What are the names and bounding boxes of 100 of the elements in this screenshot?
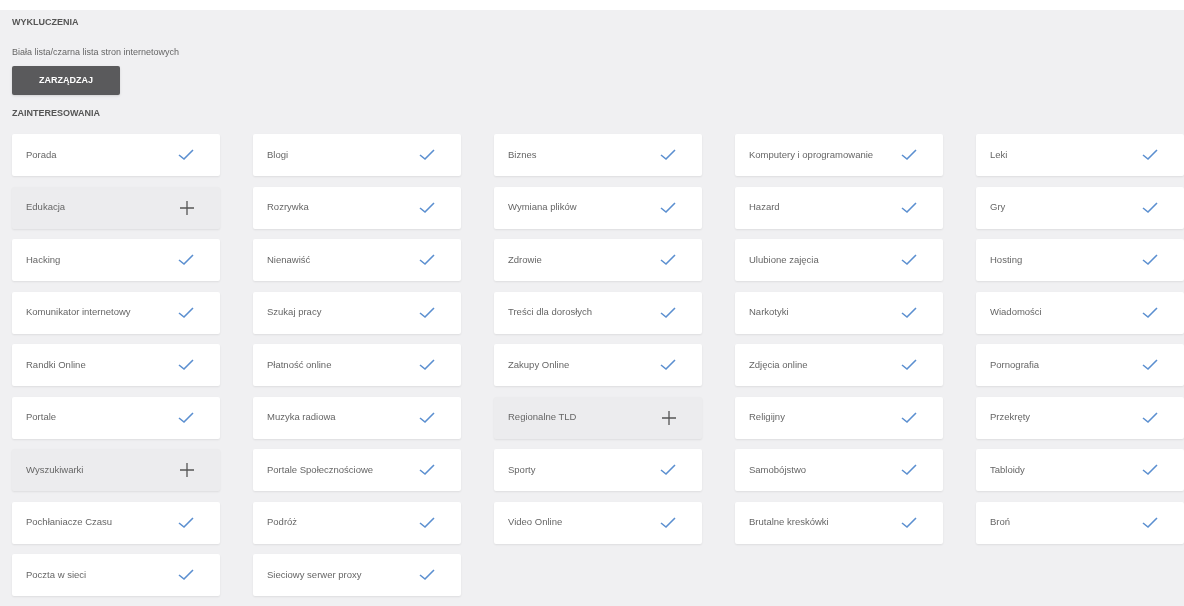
plus-icon	[180, 200, 194, 215]
interest-tile[interactable]: Płatność online	[253, 344, 461, 386]
interest-tile[interactable]: Komputery i oprogramowanie	[735, 134, 943, 176]
check-icon	[660, 516, 676, 529]
interest-tile[interactable]: Zdrowie	[494, 239, 702, 281]
interest-tile[interactable]: Hacking	[12, 239, 220, 281]
interest-label: Porada	[26, 147, 57, 162]
interest-label: Gry	[990, 200, 1006, 215]
interest-label: Pornografia	[990, 357, 1040, 372]
check-icon	[901, 359, 917, 371]
interest-label: Zakupy Online	[508, 357, 570, 372]
manage-button[interactable]: ZARZĄDZAJ	[12, 66, 120, 95]
interest-tile[interactable]: Edukacja	[12, 186, 220, 229]
plus-icon	[662, 410, 676, 425]
interest-label: Narkotyki	[749, 305, 789, 320]
check-icon	[901, 254, 917, 266]
check-icon	[178, 359, 194, 371]
interest-tile[interactable]: Blogi	[253, 134, 461, 176]
interest-tile[interactable]: Portale	[12, 396, 220, 439]
check-icon	[901, 411, 917, 424]
check-icon	[178, 569, 194, 581]
interest-label: Religijny	[749, 410, 785, 425]
check-icon	[901, 306, 917, 319]
interest-label: Samobójstwo	[749, 462, 807, 477]
interest-tile[interactable]: Religijny	[735, 396, 943, 439]
interest-label: Leki	[990, 147, 1008, 162]
interest-tile[interactable]: Regionalne TLD	[494, 396, 702, 439]
check-icon	[178, 254, 194, 266]
interest-label: Hosting	[990, 252, 1023, 267]
check-icon	[660, 464, 676, 476]
interest-label: Rozrywka	[267, 200, 309, 215]
check-icon	[419, 464, 435, 476]
interest-tile[interactable]: Sporty	[494, 449, 702, 491]
interest-label: Portale	[26, 410, 57, 425]
interest-tile[interactable]: Wyszukiwarki	[12, 449, 220, 491]
interest-tile[interactable]: Zdjęcia online	[735, 344, 943, 386]
interest-tile[interactable]: Poczta w sieci	[12, 554, 220, 596]
interest-label: Komputery i oprogramowanie	[749, 147, 874, 162]
interest-tile[interactable]: Nienawiść	[253, 239, 461, 281]
interest-tile[interactable]: Portale Społecznościowe	[253, 449, 461, 491]
check-icon	[419, 254, 435, 266]
check-icon	[419, 149, 435, 161]
check-icon	[660, 201, 676, 214]
description: Biała lista/czarna lista stron internetowych	[12, 46, 181, 59]
interest-tile[interactable]: Video Online	[494, 501, 702, 544]
interest-label: Przekręty	[990, 410, 1031, 425]
interest-tile[interactable]: Pornografia	[976, 344, 1184, 386]
interest-tile[interactable]: Leki	[976, 134, 1184, 176]
interest-tile[interactable]: Narkotyki	[735, 291, 943, 334]
interest-tile[interactable]: Szukaj pracy	[253, 291, 461, 334]
interest-tile[interactable]: Komunikator internetowy	[12, 291, 220, 334]
check-icon	[901, 516, 917, 529]
interest-tile[interactable]: Porada	[12, 134, 220, 176]
interest-label: Pochłaniacze Czasu	[26, 515, 113, 530]
check-icon	[178, 306, 194, 319]
interest-tile[interactable]: Zakupy Online	[494, 344, 702, 386]
interest-tile[interactable]: Tabloidy	[976, 449, 1184, 491]
interest-label: Nienawiść	[267, 252, 311, 267]
interest-tile[interactable]: Treści dla dorosłych	[494, 291, 702, 334]
interest-label: Wiadomości	[990, 305, 1042, 320]
interest-label: Treści dla dorosłych	[508, 305, 593, 320]
interest-tile[interactable]: Sieciowy serwer proxy	[253, 554, 461, 596]
check-icon	[1142, 201, 1158, 214]
interest-tile[interactable]: Ulubione zajęcia	[735, 239, 943, 281]
interest-label: Portale Społecznościowe	[267, 462, 374, 477]
check-icon	[1142, 254, 1158, 266]
interest-tile[interactable]: Randki Online	[12, 344, 220, 386]
interest-tile[interactable]: Podróż	[253, 501, 461, 544]
interest-tile[interactable]: Pochłaniacze Czasu	[12, 501, 220, 544]
interest-label: Broń	[990, 515, 1011, 530]
interest-tile[interactable]: Wiadomości	[976, 291, 1184, 334]
interest-tile[interactable]: Gry	[976, 186, 1184, 229]
check-icon	[1142, 149, 1158, 161]
interest-label: Randki Online	[26, 357, 86, 372]
interest-tile[interactable]: Brutalne kreskówki	[735, 501, 943, 544]
interest-label: Muzyka radiowa	[267, 410, 336, 425]
interest-label: Wyszukiwarki	[26, 462, 84, 477]
check-icon	[1142, 411, 1158, 424]
interest-tile[interactable]: Muzyka radiowa	[253, 396, 461, 439]
check-icon	[419, 411, 435, 424]
interest-label: Komunikator internetowy	[26, 305, 131, 320]
interest-tile[interactable]: Hazard	[735, 186, 943, 229]
interest-label: Szukaj pracy	[267, 305, 322, 320]
interest-label: Sporty	[508, 462, 536, 477]
interest-tile[interactable]: Wymiana plików	[494, 186, 702, 229]
interest-tile[interactable]: Biznes	[494, 134, 702, 176]
interest-tile[interactable]: Hosting	[976, 239, 1184, 281]
check-icon	[660, 149, 676, 161]
interest-label: Edukacja	[26, 200, 66, 215]
check-icon	[419, 516, 435, 529]
interest-tile[interactable]: Rozrywka	[253, 186, 461, 229]
check-icon	[1142, 306, 1158, 319]
check-icon	[178, 411, 194, 424]
interest-tile[interactable]: Broń	[976, 501, 1184, 544]
check-icon	[419, 201, 435, 214]
interest-tile[interactable]: Przekręty	[976, 396, 1184, 439]
interest-tile[interactable]: Samobójstwo	[735, 449, 943, 491]
section-title: WYKLUCZENIA	[12, 16, 80, 29]
check-icon	[178, 516, 194, 529]
check-icon	[660, 254, 676, 266]
